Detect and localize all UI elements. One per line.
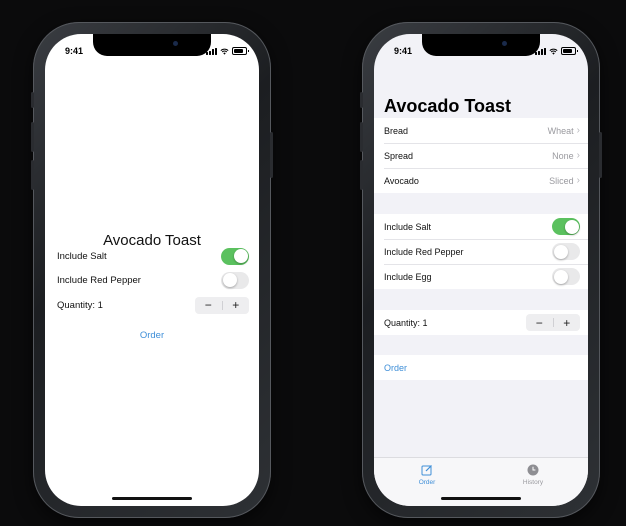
quantity-label: Quantity: 1 (384, 317, 428, 328)
quantity-row: Quantity: 1 − + (374, 310, 588, 335)
chevron-right-icon: › (576, 125, 580, 136)
increment-button[interactable]: + (223, 297, 250, 314)
quantity-stepper[interactable]: − + (195, 296, 250, 314)
ring-switch (31, 92, 34, 108)
compose-icon (421, 465, 432, 476)
red-pepper-row: Include Red Pepper (374, 239, 588, 264)
status-time: 9:41 (65, 46, 84, 56)
side-button (599, 132, 602, 178)
salt-toggle[interactable] (221, 247, 249, 265)
red-pepper-toggle[interactable] (221, 271, 249, 289)
red-pepper-toggle[interactable] (552, 243, 580, 260)
battery-icon (232, 47, 249, 55)
toppings-section: Include Salt Include Red Pepper Include … (374, 214, 588, 289)
side-button (270, 132, 273, 178)
clock-icon (527, 464, 539, 476)
tab-order[interactable]: Order (397, 464, 457, 486)
order-button[interactable]: Order (384, 363, 407, 373)
avocado-row[interactable]: Avocado Sliced › (374, 168, 588, 193)
bread-value: Wheat (547, 125, 574, 136)
order-section: Order (374, 355, 588, 380)
tab-history[interactable]: History (503, 464, 563, 486)
salt-toggle[interactable] (552, 218, 580, 235)
salt-label: Include Salt (384, 221, 432, 232)
increment-button[interactable]: + (554, 314, 581, 331)
ring-switch (360, 92, 363, 108)
quantity-row: Quantity: 1 − + (57, 293, 249, 317)
tab-history-label: History (522, 479, 544, 486)
spread-label: Spread (384, 150, 414, 161)
red-pepper-label: Include Red Pepper (384, 246, 464, 257)
left-iphone: 9:41 Avocado Toast Include Salt Include … (31, 22, 273, 518)
salt-row: Include Salt (57, 244, 249, 268)
salt-row: Include Salt (374, 214, 588, 239)
notch (422, 34, 540, 56)
bread-row[interactable]: Bread Wheat › (374, 118, 588, 143)
egg-row: Include Egg (374, 264, 588, 289)
notch (93, 34, 211, 56)
right-screen: 9:41 Avocado Toast Bread Wheat › Spread … (374, 34, 588, 506)
right-iphone: 9:41 Avocado Toast Bread Wheat › Spread … (360, 22, 602, 518)
red-pepper-row: Include Red Pepper (57, 268, 249, 292)
egg-label: Include Egg (384, 271, 432, 282)
spread-value: None (552, 150, 574, 161)
order-button[interactable]: Order (45, 330, 259, 341)
avocado-label: Avocado (384, 175, 419, 186)
volume-up-button (31, 122, 34, 152)
chevron-right-icon: › (576, 150, 580, 161)
volume-down-button (360, 160, 363, 190)
wifi-icon (549, 48, 558, 55)
quantity-section: Quantity: 1 − + (374, 310, 588, 335)
order-row[interactable]: Order (374, 355, 588, 380)
wifi-icon (220, 48, 229, 55)
left-screen: 9:41 Avocado Toast Include Salt Include … (45, 34, 259, 506)
bread-label: Bread (384, 125, 409, 136)
home-indicator[interactable] (441, 497, 521, 500)
home-indicator[interactable] (112, 497, 192, 500)
quantity-label: Quantity: 1 (57, 299, 103, 311)
details-section: Bread Wheat › Spread None › Avocado Sliced… (374, 118, 588, 193)
tab-order-label: Order (418, 479, 436, 486)
decrement-button[interactable]: − (195, 297, 222, 314)
salt-label: Include Salt (57, 250, 107, 262)
battery-icon (561, 47, 578, 55)
chevron-right-icon: › (576, 175, 580, 186)
spread-row[interactable]: Spread None › (374, 143, 588, 168)
avocado-value: Sliced (549, 175, 574, 186)
decrement-button[interactable]: − (526, 314, 553, 331)
volume-up-button (360, 122, 363, 152)
large-title: Avocado Toast (384, 96, 512, 116)
red-pepper-label: Include Red Pepper (57, 274, 141, 286)
status-time: 9:41 (394, 46, 413, 56)
egg-toggle[interactable] (552, 268, 580, 285)
quantity-stepper[interactable]: − + (526, 314, 580, 331)
volume-down-button (31, 160, 34, 190)
